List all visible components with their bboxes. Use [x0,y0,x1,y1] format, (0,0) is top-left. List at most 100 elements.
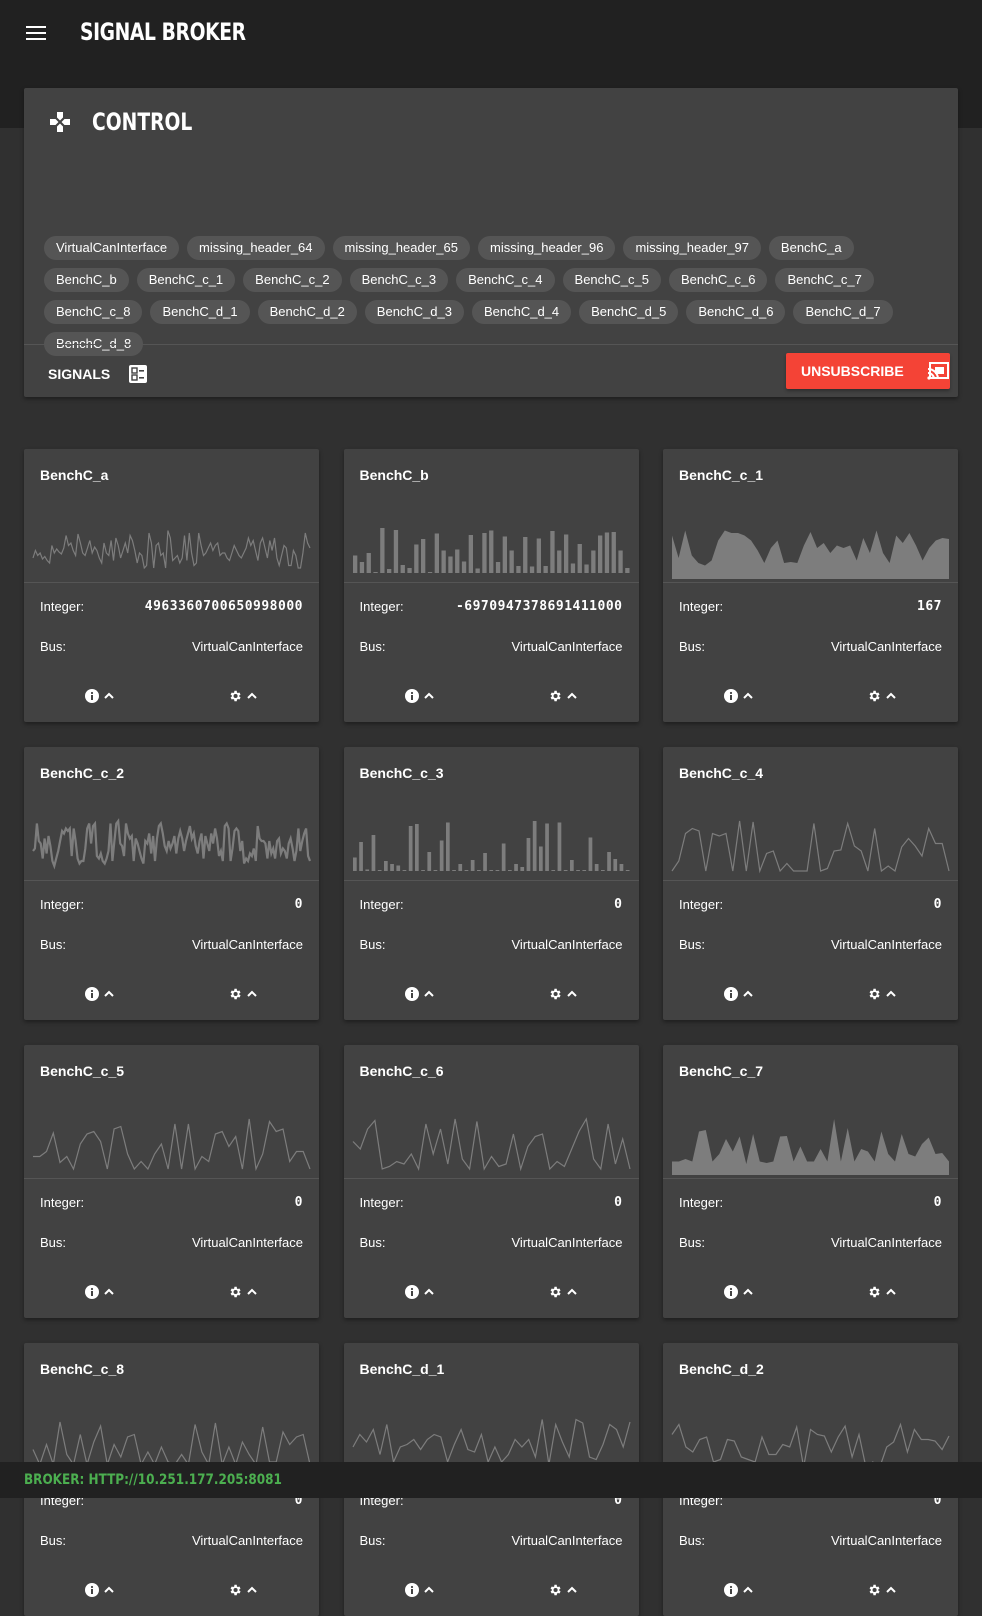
signal-chip[interactable]: BenchC_d_5 [579,300,679,324]
sparkline-bar [600,870,605,871]
integer-label: Integer: [359,897,404,912]
integer-label: Integer: [679,599,724,614]
divider [343,1178,639,1179]
signal-chip[interactable]: BenchC_d_6 [686,300,786,324]
signal-card: BenchC_a Integer: 4963360700650998000 Bu… [24,449,319,722]
chevron-up-icon [104,990,114,997]
integer-row: Integer: 0 [360,1195,623,1210]
signal-chip[interactable]: BenchC_c_7 [775,268,874,292]
chevron-up-icon [566,1586,577,1593]
sparkline-bar [377,870,381,871]
sparkline-bar [536,538,541,573]
info-toggle[interactable] [724,689,753,703]
signals-label: SIGNALS [48,366,111,382]
integer-row: Integer: 0 [679,1195,942,1210]
sparkline-bar [488,870,493,871]
bus-row: Bus: VirtualCanInterface [360,639,623,654]
sparkline-bar [366,553,371,573]
info-toggle[interactable] [404,689,434,703]
integer-label: Integer: [40,1195,85,1210]
bus-value: VirtualCanInterface [830,1235,942,1250]
signal-chip[interactable]: missing_header_64 [187,236,325,260]
bus-value: VirtualCanInterface [511,639,623,654]
sparkline-bar [476,870,481,871]
signal-chip[interactable]: BenchC_c_3 [349,268,449,292]
signal-chip[interactable]: BenchC_b [44,268,129,292]
settings-toggle[interactable] [548,987,577,1001]
sparkline-area [672,1119,949,1175]
settings-toggle[interactable] [867,689,896,703]
gear-icon [869,1286,880,1298]
signal-sparkline [672,1119,949,1175]
signal-chip[interactable]: BenchC_c_1 [136,268,236,292]
signal-chip[interactable]: BenchC_d_7 [793,300,893,324]
settings-toggle[interactable] [228,1583,257,1597]
bus-value: VirtualCanInterface [511,937,623,952]
bus-row: Bus: VirtualCanInterface [360,1533,623,1548]
settings-toggle[interactable] [548,689,577,703]
info-toggle[interactable] [724,1583,753,1597]
card-actions [24,689,319,705]
divider [24,880,319,881]
bus-row: Bus: VirtualCanInterface [360,937,623,952]
sparkline-bar [619,864,623,871]
sparkline-bar [556,550,561,573]
info-toggle[interactable] [404,1285,434,1299]
signal-chip[interactable]: missing_header_65 [332,236,470,260]
sparkline-line [671,1422,950,1469]
sparkline-bar [434,533,439,573]
signal-name: BenchC_c_7 [679,1063,764,1079]
settings-toggle[interactable] [548,1285,577,1299]
app-title: Signal Broker [80,18,246,46]
info-toggle[interactable] [724,987,753,1001]
bus-label: Bus: [40,1235,67,1250]
info-toggle[interactable] [404,1583,434,1597]
settings-toggle[interactable] [228,987,257,1001]
divider [24,1178,319,1179]
sparkline-bar [441,550,446,573]
info-toggle[interactable] [724,1285,753,1299]
info-toggle[interactable] [85,1583,114,1597]
signal-chip[interactable]: BenchC_c_4 [456,268,555,292]
signal-chip[interactable]: missing_header_96 [477,236,616,260]
info-toggle[interactable] [85,1285,114,1299]
settings-toggle[interactable] [867,1583,896,1597]
gear-icon [550,988,561,1000]
signal-chip[interactable]: BenchC_d_1 [150,300,250,324]
signal-chip[interactable]: BenchC_c_5 [562,268,661,292]
signal-card: BenchC_c_1 Integer: 167 Bus: VirtualCanI… [663,449,958,722]
info-toggle[interactable] [85,689,114,703]
signal-chip[interactable]: BenchC_c_8 [44,300,143,324]
bus-row: Bus: VirtualCanInterface [40,1533,303,1548]
sparkline-bar [352,857,357,871]
settings-toggle[interactable] [548,1583,577,1597]
unsubscribe-button[interactable]: UNSUBSCRIBE [786,353,950,389]
signal-chip[interactable]: missing_header_97 [623,236,761,260]
card-actions [344,987,639,1003]
bus-row: Bus: VirtualCanInterface [40,1235,303,1250]
signals-button[interactable]: SIGNALS [48,364,148,384]
signal-name: BenchC_c_8 [40,1361,125,1377]
signal-chip[interactable]: BenchC_c_2 [243,268,342,292]
signal-chip[interactable]: VirtualCanInterface [44,236,180,260]
signal-chip[interactable]: BenchC_d_4 [471,300,572,324]
settings-toggle[interactable] [867,987,896,1001]
signal-chip[interactable]: BenchC_d_2 [257,300,357,324]
chevron-up-icon [566,990,577,997]
sparkline-line [32,530,311,570]
card-actions [663,1285,958,1301]
settings-toggle[interactable] [867,1285,896,1299]
signal-chip[interactable]: BenchC_a [768,236,854,260]
settings-toggle[interactable] [228,1285,257,1299]
gear-icon [230,988,241,1000]
info-toggle[interactable] [404,987,434,1001]
bus-label: Bus: [679,639,706,654]
menu-icon[interactable] [26,26,46,40]
sparkline-bar [461,561,466,573]
settings-toggle[interactable] [228,689,257,703]
control-header: Control [48,108,221,136]
sparkline-bar [427,572,432,573]
signal-chip[interactable]: BenchC_c_6 [668,268,768,292]
signal-chip[interactable]: BenchC_d_3 [364,300,464,324]
info-toggle[interactable] [85,987,114,1001]
